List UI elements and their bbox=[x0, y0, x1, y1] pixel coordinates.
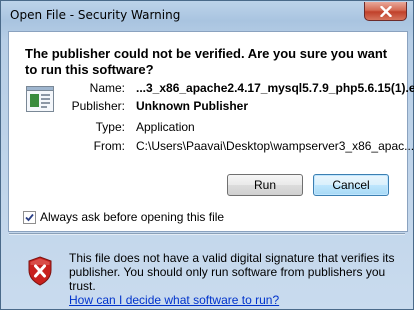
cancel-button[interactable]: Cancel bbox=[313, 174, 389, 196]
help-link[interactable]: How can I decide what software to run? bbox=[69, 293, 279, 307]
close-icon bbox=[379, 5, 392, 17]
publisher-row: Publisher: Unknown Publisher bbox=[61, 99, 248, 113]
cancel-button-label: Cancel bbox=[332, 178, 370, 192]
warning-message: This file does not have a valid digital … bbox=[69, 251, 399, 307]
from-row: From: C:\Users\Paavai\Desktop\wampserver3… bbox=[61, 139, 414, 153]
title-bar[interactable]: Open File - Security Warning bbox=[1, 1, 413, 31]
close-button[interactable] bbox=[364, 2, 407, 21]
divider-highlight bbox=[9, 234, 405, 235]
security-shield-x-icon bbox=[28, 256, 52, 286]
name-label: Name: bbox=[89, 81, 125, 95]
dialog-headline: The publisher could not be verified. Are… bbox=[25, 46, 388, 77]
type-label: Type: bbox=[95, 120, 125, 134]
type-value: Application bbox=[136, 120, 195, 134]
always-ask-label: Always ask before opening this file bbox=[40, 210, 225, 224]
always-ask-option[interactable]: Always ask before opening this file bbox=[23, 210, 224, 224]
application-file-icon bbox=[26, 86, 54, 112]
name-row: Name: ...3_x86_apache2.4.17_mysql5.7.9_ph… bbox=[61, 81, 414, 95]
from-value: C:\Users\Paavai\Desktop\wampserver3_x86_… bbox=[136, 139, 414, 153]
run-button[interactable]: Run bbox=[227, 174, 303, 196]
name-value: ...3_x86_apache2.4.17_mysql5.7.9_php5.6.… bbox=[136, 81, 414, 95]
security-warning-dialog: Open File - Security Warning The publish… bbox=[0, 0, 414, 310]
always-ask-checkbox[interactable] bbox=[23, 210, 36, 224]
from-label: From: bbox=[93, 139, 125, 153]
publisher-value: Unknown Publisher bbox=[136, 99, 249, 113]
dialog-content: The publisher could not be verified. Are… bbox=[8, 31, 414, 232]
warning-text: This file does not have a valid digital … bbox=[69, 251, 395, 293]
publisher-label: Publisher: bbox=[71, 99, 125, 113]
run-button-label: Run bbox=[253, 178, 276, 192]
window-title: Open File - Security Warning bbox=[10, 8, 181, 22]
checkmark-icon bbox=[25, 213, 34, 221]
type-row: Type: Application bbox=[61, 120, 195, 134]
